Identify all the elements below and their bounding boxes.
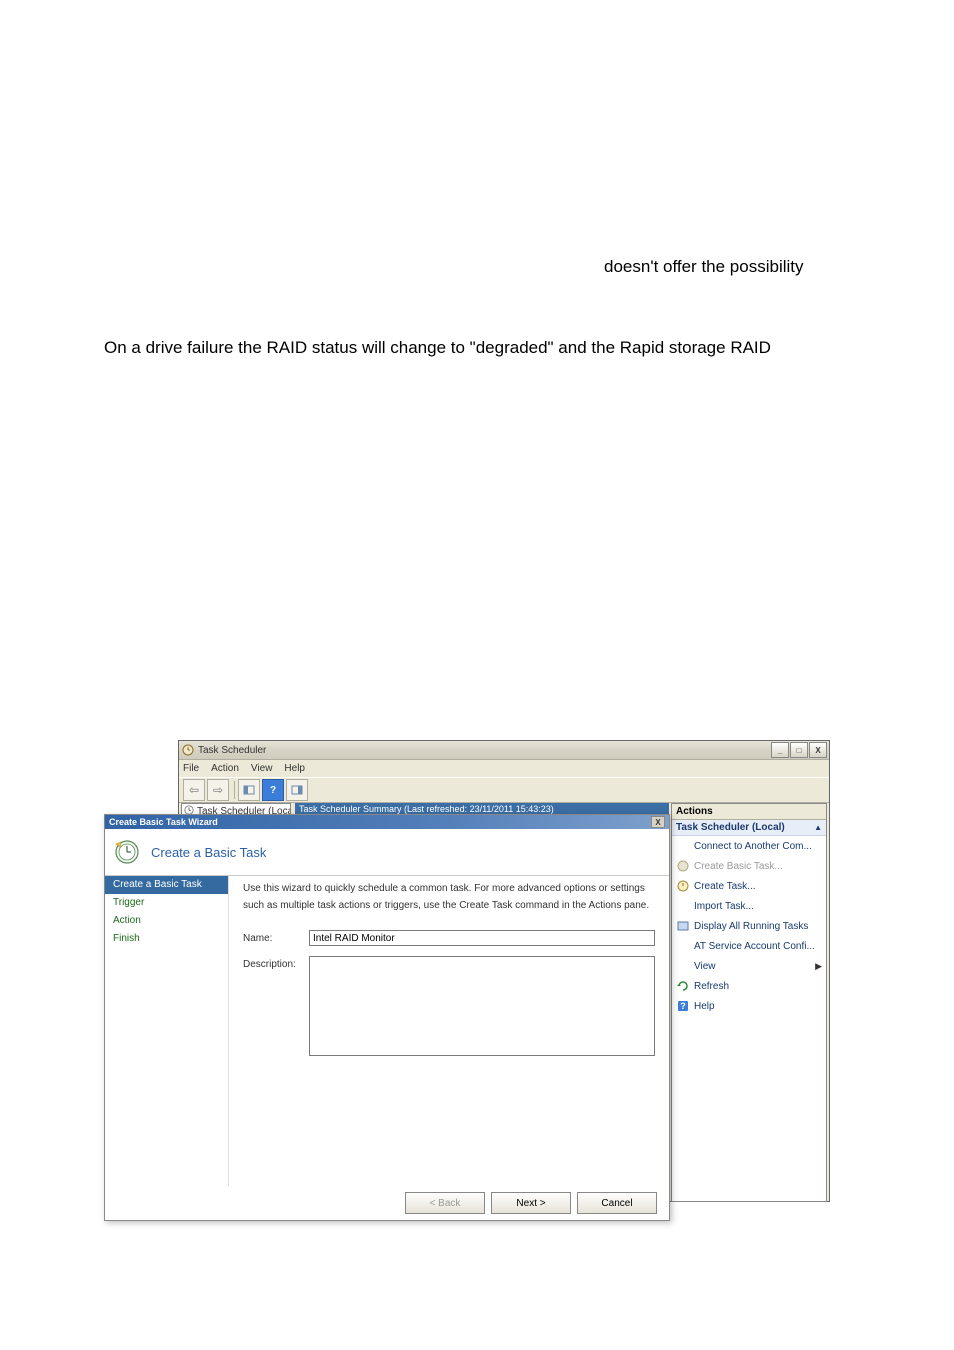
content-header-text: Task Scheduler Summary (Last refreshed: … bbox=[299, 804, 554, 814]
view-icon bbox=[676, 959, 690, 973]
wizard-sub-title: Create a Basic Task bbox=[151, 845, 266, 860]
tb-help[interactable]: ? bbox=[262, 779, 284, 801]
panel2-icon bbox=[291, 784, 303, 796]
wizard-title: Create Basic Task Wizard bbox=[109, 817, 218, 827]
toolbar-divider bbox=[234, 781, 235, 799]
wizard-desc-label: Description: bbox=[243, 956, 309, 970]
menu-help[interactable]: Help bbox=[284, 763, 305, 774]
action-create-task-label: Create Task... bbox=[694, 881, 756, 892]
actions-sub: Task Scheduler (Local) ▲ bbox=[672, 820, 826, 836]
link-icon bbox=[676, 839, 690, 853]
action-create-task[interactable]: Create Task... bbox=[672, 876, 826, 896]
at-icon bbox=[676, 939, 690, 953]
action-refresh[interactable]: Refresh bbox=[672, 976, 826, 996]
action-connect[interactable]: Connect to Another Com... bbox=[672, 836, 826, 856]
wizard-close-button[interactable]: X bbox=[651, 816, 665, 828]
tb-forward[interactable]: ⇨ bbox=[207, 779, 229, 801]
maximize-button[interactable]: □ bbox=[790, 742, 808, 758]
svg-text:?: ? bbox=[680, 1001, 686, 1011]
wizard-intro-1: Use this wizard to quickly schedule a co… bbox=[243, 882, 655, 895]
create-basic-task-wizard: Create Basic Task Wizard X Create a Basi… bbox=[104, 814, 670, 1221]
menu-action[interactable]: Action bbox=[211, 763, 239, 774]
action-display-running-label: Display All Running Tasks bbox=[694, 921, 808, 932]
arrow-left-icon: ⇦ bbox=[189, 783, 199, 797]
help-icon: ? bbox=[270, 785, 276, 796]
menubar: File Action View Help bbox=[179, 760, 829, 778]
refresh-icon bbox=[676, 979, 690, 993]
import-icon bbox=[676, 899, 690, 913]
action-refresh-label: Refresh bbox=[694, 981, 729, 992]
wizard-back-button[interactable]: < Back bbox=[405, 1192, 485, 1214]
toolbar: ⇦ ⇨ ? bbox=[179, 778, 829, 803]
action-view[interactable]: View ▶ bbox=[672, 956, 826, 976]
running-icon bbox=[676, 919, 690, 933]
action-view-label: View bbox=[694, 961, 716, 972]
wizard-subheader: Create a Basic Task bbox=[105, 829, 669, 876]
app-icon bbox=[182, 744, 194, 756]
tb-show-hide[interactable] bbox=[238, 779, 260, 801]
action-import-label: Import Task... bbox=[694, 901, 754, 912]
action-display-running[interactable]: Display All Running Tasks bbox=[672, 916, 826, 936]
collapse-icon[interactable]: ▲ bbox=[814, 823, 822, 832]
body-text-paragraph: On a drive failure the RAID status will … bbox=[104, 336, 771, 360]
panel-icon bbox=[243, 784, 255, 796]
wiz-step-action[interactable]: Action bbox=[105, 912, 228, 930]
menu-view[interactable]: View bbox=[251, 763, 273, 774]
action-create-basic-label: Create Basic Task... bbox=[694, 861, 783, 872]
clock-basic-icon bbox=[676, 859, 690, 873]
wiz-step-trigger[interactable]: Trigger bbox=[105, 894, 228, 912]
wizard-nav: Create a Basic Task Trigger Action Finis… bbox=[105, 876, 229, 1186]
menu-file[interactable]: File bbox=[183, 763, 199, 774]
wizard-cancel-button[interactable]: Cancel bbox=[577, 1192, 657, 1214]
body-text-fragment: doesn't offer the possibility bbox=[604, 255, 804, 279]
action-at-config-label: AT Service Account Confi... bbox=[694, 941, 815, 952]
window-controls: _ □ X bbox=[770, 742, 827, 758]
action-import[interactable]: Import Task... bbox=[672, 896, 826, 916]
clock-icon bbox=[676, 879, 690, 893]
wizard-footer: < Back Next > Cancel bbox=[105, 1186, 669, 1220]
close-button[interactable]: X bbox=[809, 742, 827, 758]
action-help-label: Help bbox=[694, 1001, 715, 1012]
actions-sub-label: Task Scheduler (Local) bbox=[676, 822, 785, 833]
minimize-button[interactable]: _ bbox=[771, 742, 789, 758]
arrow-right-icon: ⇨ bbox=[213, 783, 223, 797]
wizard-form: Use this wizard to quickly schedule a co… bbox=[229, 876, 669, 1186]
wizard-body: Create a Basic Task Trigger Action Finis… bbox=[105, 876, 669, 1186]
wizard-name-input[interactable] bbox=[309, 930, 655, 946]
actions-pane: Actions Task Scheduler (Local) ▲ Connect… bbox=[671, 803, 827, 1202]
help-icon: ? bbox=[676, 999, 690, 1013]
wizard-name-label: Name: bbox=[243, 930, 309, 944]
tb-back[interactable]: ⇦ bbox=[183, 779, 205, 801]
titlebar[interactable]: Task Scheduler _ □ X bbox=[179, 741, 829, 760]
actions-header: Actions bbox=[672, 804, 826, 820]
wizard-clock-icon bbox=[113, 838, 141, 866]
wiz-step-create[interactable]: Create a Basic Task bbox=[105, 876, 228, 894]
wizard-intro-2: such as multiple task actions or trigger… bbox=[243, 899, 655, 912]
wizard-titlebar[interactable]: Create Basic Task Wizard X bbox=[105, 815, 669, 829]
action-at-config[interactable]: AT Service Account Confi... bbox=[672, 936, 826, 956]
wizard-next-button[interactable]: Next > bbox=[491, 1192, 571, 1214]
titlebar-title: Task Scheduler bbox=[198, 745, 266, 756]
wizard-desc-input[interactable] bbox=[309, 956, 655, 1056]
action-create-basic[interactable]: Create Basic Task... bbox=[672, 856, 826, 876]
wiz-step-finish[interactable]: Finish bbox=[105, 930, 228, 948]
tb-refresh[interactable] bbox=[286, 779, 308, 801]
action-connect-label: Connect to Another Com... bbox=[694, 841, 812, 852]
submenu-arrow-icon: ▶ bbox=[815, 961, 822, 972]
action-help[interactable]: ? Help bbox=[672, 996, 826, 1016]
